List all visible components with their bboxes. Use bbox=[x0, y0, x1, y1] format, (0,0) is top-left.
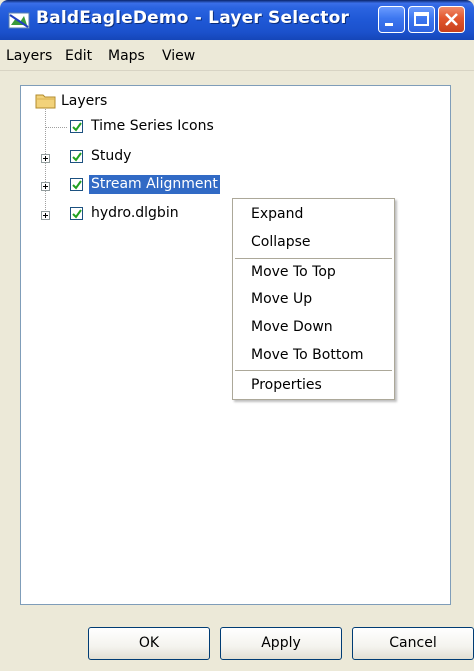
expand-toggle-hydro-dlgbin[interactable] bbox=[41, 211, 50, 220]
layer-label-study[interactable]: Study bbox=[89, 147, 133, 166]
menu-bar: Layers Edit Maps View bbox=[0, 40, 474, 71]
cancel-button[interactable]: Cancel bbox=[352, 627, 474, 660]
menu-item-move-up[interactable]: Move Up bbox=[233, 286, 394, 312]
menu-edit[interactable]: Edit bbox=[65, 48, 92, 64]
close-icon bbox=[445, 13, 458, 26]
menu-maps[interactable]: Maps bbox=[108, 48, 145, 64]
layer-checkbox-study[interactable] bbox=[70, 150, 83, 163]
folder-icon bbox=[35, 94, 56, 109]
layer-label-time-series-icons[interactable]: Time Series Icons bbox=[89, 117, 216, 136]
layer-checkbox-hydro-dlgbin[interactable] bbox=[70, 207, 83, 220]
layer-label-stream-alignment[interactable]: Stream Alignment bbox=[89, 175, 220, 194]
menu-item-properties[interactable]: Properties bbox=[233, 372, 394, 398]
expand-toggle-stream-alignment[interactable] bbox=[41, 182, 50, 191]
tree-root-label[interactable]: Layers bbox=[59, 92, 109, 111]
layer-label-hydro-dlgbin[interactable]: hydro.dlgbin bbox=[89, 204, 181, 223]
tree-connector bbox=[45, 127, 67, 128]
maximize-icon bbox=[414, 12, 429, 26]
menu-item-collapse[interactable]: Collapse bbox=[233, 229, 394, 255]
menu-item-move-to-top[interactable]: Move To Top bbox=[233, 259, 394, 285]
title-bar[interactable]: BaldEagleDemo - Layer Selector bbox=[0, 0, 474, 40]
expand-toggle-study[interactable] bbox=[41, 154, 50, 163]
ok-button[interactable]: OK bbox=[88, 627, 210, 660]
checkmark-icon bbox=[72, 122, 82, 132]
checkmark-icon bbox=[72, 180, 82, 190]
context-menu: Expand Collapse Move To Top Move Up Move… bbox=[232, 198, 395, 400]
layer-checkbox-stream-alignment[interactable] bbox=[70, 178, 83, 191]
window-title: BaldEagleDemo - Layer Selector bbox=[36, 8, 350, 28]
checkmark-icon bbox=[72, 152, 82, 162]
layer-selector-window: BaldEagleDemo - Layer Selector Layers Ed… bbox=[0, 0, 474, 671]
close-button[interactable] bbox=[438, 6, 465, 33]
checkmark-icon bbox=[72, 209, 82, 219]
minimize-icon bbox=[385, 23, 393, 26]
apply-button[interactable]: Apply bbox=[220, 627, 342, 660]
layer-checkbox-time-series-icons[interactable] bbox=[70, 120, 83, 133]
minimize-button[interactable] bbox=[378, 6, 405, 33]
menu-view[interactable]: View bbox=[162, 48, 195, 64]
maximize-button[interactable] bbox=[408, 6, 435, 33]
menu-layers[interactable]: Layers bbox=[6, 48, 52, 64]
menu-item-expand[interactable]: Expand bbox=[233, 201, 394, 227]
menu-item-move-to-bottom[interactable]: Move To Bottom bbox=[233, 342, 394, 368]
app-icon bbox=[8, 12, 30, 29]
menu-item-move-down[interactable]: Move Down bbox=[233, 314, 394, 340]
menu-separator bbox=[235, 370, 392, 371]
